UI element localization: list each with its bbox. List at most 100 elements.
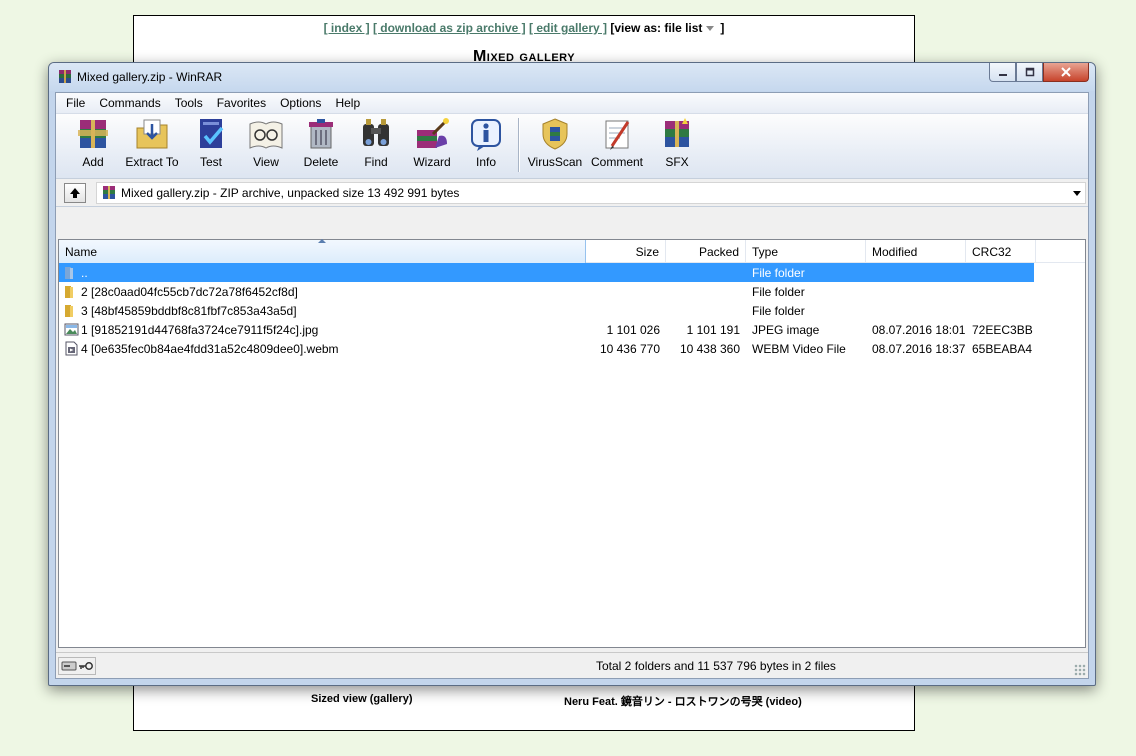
- menu-favorites[interactable]: Favorites: [210, 96, 273, 110]
- key-icon: [78, 661, 93, 670]
- info-label: Info: [475, 155, 496, 169]
- file-modified: 08.07.2016 18:37: [872, 341, 966, 356]
- winrar-app-icon: [59, 70, 71, 83]
- archive-path-text: Mixed gallery.zip - ZIP archive, unpacke…: [121, 185, 460, 200]
- zip-archive-icon: [103, 185, 115, 199]
- column-header-size[interactable]: Size: [586, 240, 666, 263]
- list-item-jpg[interactable]: 1 [91852191d44768fa3724ce7911f5f24c].jpg…: [59, 320, 1085, 339]
- webpage-nav: [ index ] [ download as zip archive ] [ …: [134, 21, 914, 35]
- info-icon: [471, 119, 501, 151]
- column-header-name[interactable]: Name: [59, 240, 586, 263]
- view-as-bracket: ]: [720, 21, 725, 35]
- list-item-folder-2[interactable]: 2 [28c0aad04fc55cb7dc72a78f6452cf8d] Fil…: [59, 282, 1085, 301]
- delete-button[interactable]: Delete: [294, 114, 348, 174]
- window-title: Mixed gallery.zip - WinRAR: [77, 70, 223, 84]
- nav-edit-link[interactable]: [ edit gallery ]: [529, 21, 607, 35]
- wizard-button[interactable]: Wizard: [404, 114, 460, 174]
- list-item-parent-folder[interactable]: .. File folder: [59, 263, 1034, 282]
- file-type: File folder: [752, 265, 805, 280]
- comment-label: Comment: [590, 155, 643, 169]
- list-item-webm[interactable]: 4 [0e635fec0b84ae4fdd31a52c4809dee0].web…: [59, 339, 1085, 358]
- maximize-button[interactable]: [1016, 63, 1043, 82]
- archive-path-dropdown[interactable]: Mixed gallery.zip - ZIP archive, unpacke…: [96, 181, 1086, 204]
- file-list-header: Name Size Packed Type Modified CRC32: [59, 239, 1085, 263]
- column-header-packed[interactable]: Packed: [666, 240, 746, 263]
- menu-commands[interactable]: Commands: [92, 96, 167, 110]
- address-bar: Mixed gallery.zip - ZIP archive, unpacke…: [56, 179, 1088, 207]
- file-crc32: 65BEABA4: [972, 341, 1033, 356]
- file-type: File folder: [752, 303, 805, 318]
- toolbar: Add Extract To Test View Delete Find Wiz…: [56, 114, 1088, 179]
- test-button[interactable]: Test: [184, 114, 238, 174]
- test-label: Test: [199, 155, 222, 169]
- column-header-modified[interactable]: Modified: [866, 240, 966, 263]
- winrar-window: Mixed gallery.zip - WinRAR File Commands…: [48, 62, 1096, 686]
- view-label: View: [253, 155, 279, 169]
- nav-index-link[interactable]: [ index ]: [324, 21, 370, 35]
- minimize-button[interactable]: [989, 63, 1016, 82]
- file-name: 1 [91852191d44768fa3724ce7911f5f24c].jpg: [81, 322, 319, 337]
- virusscan-icon: [542, 118, 568, 150]
- arrow-up-icon: [70, 187, 80, 198]
- nav-download-link[interactable]: [ download as zip archive ]: [373, 21, 526, 35]
- sfx-button[interactable]: SFX: [649, 114, 705, 174]
- maximize-icon: [1025, 67, 1034, 77]
- minimize-icon: [998, 74, 1007, 76]
- find-icon: [363, 119, 389, 146]
- folder-icon: [65, 286, 73, 298]
- extract-to-label: Extract To: [125, 155, 179, 169]
- find-label: Find: [364, 155, 388, 169]
- file-type: JPEG image: [752, 322, 820, 337]
- menu-tools[interactable]: Tools: [168, 96, 210, 110]
- file-list[interactable]: Name Size Packed Type Modified CRC32 ..: [58, 239, 1086, 648]
- close-button[interactable]: [1043, 63, 1089, 82]
- column-header-type[interactable]: Type: [746, 240, 866, 263]
- sfx-icon: [665, 118, 689, 147]
- file-type: File folder: [752, 284, 805, 299]
- caption-buttons: [989, 63, 1089, 82]
- column-header-crc32[interactable]: CRC32: [966, 240, 1036, 263]
- info-button[interactable]: Info: [460, 114, 512, 174]
- window-client-area: File Commands Tools Favorites Options He…: [55, 92, 1089, 679]
- delete-label: Delete: [303, 155, 339, 169]
- add-icon: [78, 120, 108, 148]
- chevron-down-icon[interactable]: [1073, 190, 1081, 196]
- menu-options[interactable]: Options: [273, 96, 328, 110]
- menu-help[interactable]: Help: [328, 96, 367, 110]
- file-name: 3 [48bf45859bddbf8c81fbf7c853a43a5d]: [81, 303, 297, 318]
- file-type: WEBM Video File: [752, 341, 846, 356]
- list-item-folder-3[interactable]: 3 [48bf45859bddbf8c81fbf7c853a43a5d] Fil…: [59, 301, 1085, 320]
- file-packed: 10 438 360: [679, 341, 740, 356]
- folder-icon: [65, 305, 73, 317]
- extract-to-button[interactable]: Extract To: [120, 114, 184, 174]
- comment-icon: [605, 120, 630, 150]
- file-packed: 1 101 191: [686, 322, 740, 337]
- view-button[interactable]: View: [238, 114, 294, 174]
- comment-button[interactable]: Comment: [585, 114, 649, 174]
- menu-file[interactable]: File: [59, 96, 92, 110]
- virusscan-button[interactable]: VirusScan: [525, 114, 585, 174]
- status-icons[interactable]: [58, 656, 96, 675]
- file-name: 2 [28c0aad04fc55cb7dc72a78f6452cf8d]: [81, 284, 298, 299]
- sfx-label: SFX: [665, 155, 689, 169]
- up-one-level-button[interactable]: [64, 182, 86, 203]
- wizard-label: Wizard: [413, 155, 451, 169]
- file-modified: 08.07.2016 18:01: [872, 322, 966, 337]
- title-bar[interactable]: Mixed gallery.zip - WinRAR: [49, 63, 1095, 91]
- view-as-select[interactable]: file list: [664, 21, 702, 35]
- folder-up-icon: [65, 267, 73, 279]
- find-button[interactable]: Find: [348, 114, 404, 174]
- file-crc32: 72EEC3BB: [972, 322, 1033, 337]
- virusscan-label: VirusScan: [527, 155, 583, 169]
- test-icon: [200, 119, 224, 148]
- extract-icon: [136, 119, 168, 149]
- file-name: 4 [0e635fec0b84ae4fdd31a52c4809dee0].web…: [81, 341, 339, 356]
- add-button[interactable]: Add: [66, 114, 120, 174]
- file-list-rows: .. File folder 2 [28c0aad04fc55cb7dc72a7…: [59, 263, 1085, 358]
- webpage-caption-video: Neru Feat. 鏡音リン - ロストワンの号哭 (video): [564, 696, 802, 708]
- status-bar: Total 2 folders and 11 537 796 bytes in …: [56, 652, 1088, 678]
- sort-ascending-icon: [318, 239, 326, 243]
- chevron-down-icon[interactable]: [706, 25, 715, 31]
- delete-icon: [309, 119, 333, 149]
- resize-grip[interactable]: [1074, 664, 1086, 676]
